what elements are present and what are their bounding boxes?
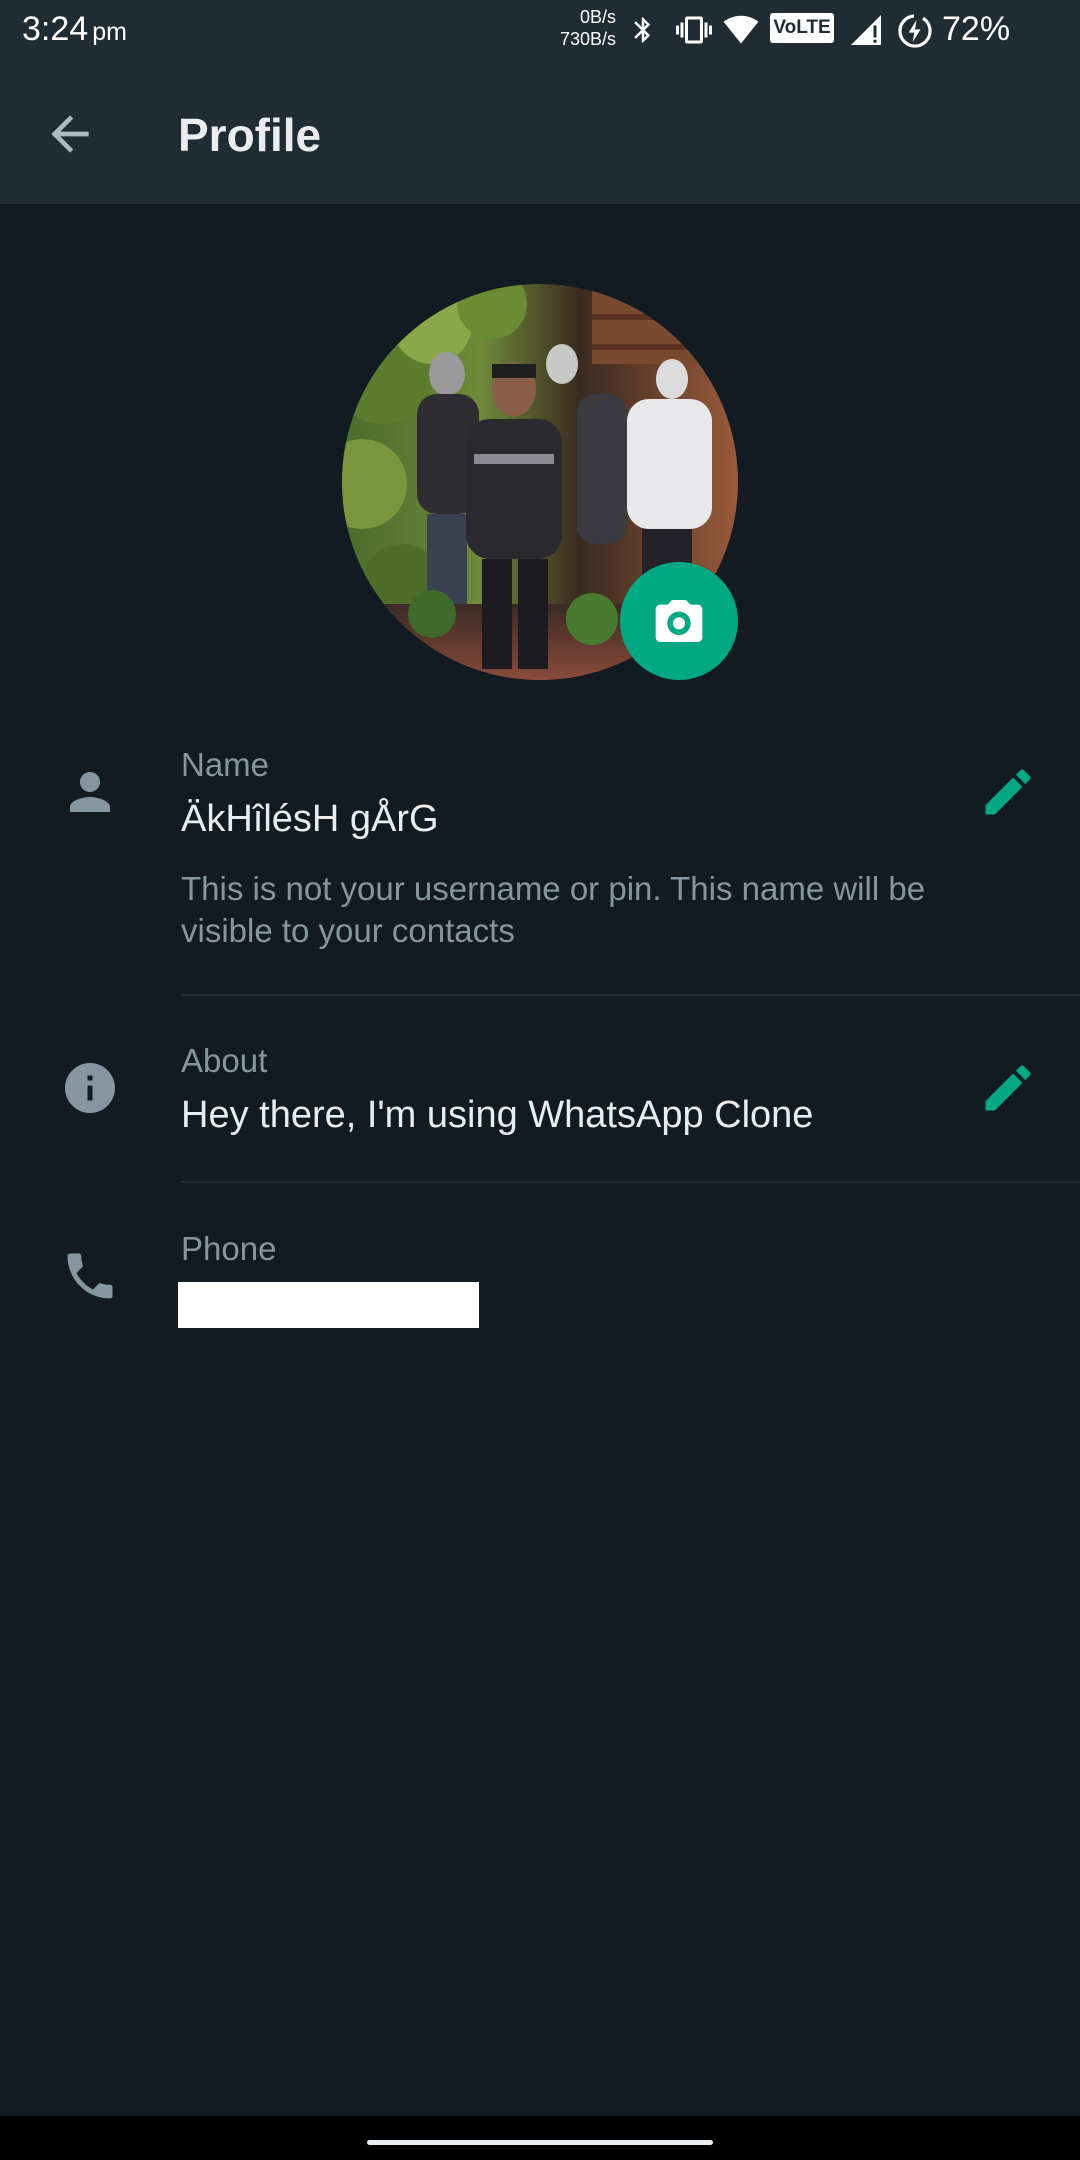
about-value[interactable]: Hey there, I'm using WhatsApp Clone bbox=[181, 1094, 813, 1137]
status-time-value: 3:24 bbox=[22, 10, 89, 48]
phone-value bbox=[178, 1282, 479, 1328]
status-bar: 3:24 pm 0B/s 730B/s VoLTE 72% bbox=[0, 0, 1080, 64]
about-label: About bbox=[181, 1042, 268, 1079]
app-bar: Profile bbox=[0, 64, 1080, 204]
volte-icon: VoLTE bbox=[770, 13, 834, 43]
name-value[interactable]: ÄkHîlésH gÅrG bbox=[181, 798, 439, 841]
battery-percent: 72% bbox=[942, 10, 1011, 48]
status-time: 3:24 pm bbox=[22, 10, 127, 49]
camera-icon bbox=[655, 600, 703, 642]
page-title: Profile bbox=[178, 109, 322, 161]
wifi-icon bbox=[723, 15, 759, 44]
battery-charging-icon bbox=[898, 14, 932, 48]
phone-icon bbox=[67, 1253, 113, 1299]
phone-label: Phone bbox=[181, 1230, 277, 1267]
info-icon bbox=[65, 1063, 115, 1113]
vibrate-icon bbox=[676, 16, 712, 44]
system-nav-bar bbox=[0, 2116, 1080, 2160]
profile-screen: 3:24 pm 0B/s 730B/s VoLTE 72% Profile Na… bbox=[0, 0, 1080, 2160]
arrow-back-icon[interactable] bbox=[40, 106, 100, 162]
divider bbox=[181, 994, 1080, 996]
name-label: Name bbox=[181, 746, 270, 783]
home-indicator[interactable] bbox=[367, 2140, 713, 2145]
status-time-ampm: pm bbox=[92, 18, 127, 46]
bluetooth-icon bbox=[634, 17, 651, 43]
divider bbox=[181, 1181, 1080, 1183]
signal-icon bbox=[851, 15, 881, 45]
network-speed: 0B/s 730B/s bbox=[548, 6, 616, 50]
person-icon bbox=[70, 772, 110, 812]
name-helper-text: This is not your username or pin. This n… bbox=[181, 870, 926, 949]
change-photo-button[interactable] bbox=[620, 562, 738, 680]
network-speed-down: 730B/s bbox=[559, 29, 616, 49]
edit-name-button[interactable] bbox=[978, 762, 1038, 822]
network-speed-up: 0B/s bbox=[579, 7, 616, 27]
edit-about-button[interactable] bbox=[978, 1058, 1038, 1118]
